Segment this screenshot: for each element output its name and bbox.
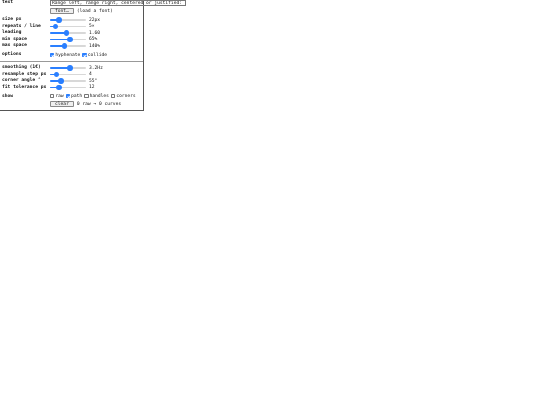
resample-step-px-slider[interactable]: [50, 71, 86, 78]
slider-thumb[interactable]: [53, 71, 60, 78]
text-label: text: [2, 0, 14, 5]
min-space-control: 65%: [50, 36, 98, 43]
slider-thumb[interactable]: [61, 43, 68, 49]
corner-angle-control: 55°: [50, 78, 97, 84]
leading-slider[interactable]: [50, 30, 86, 36]
raw-label: raw: [55, 93, 64, 99]
path-label: path: [71, 93, 83, 99]
corners-label: corners: [116, 93, 136, 99]
hyphenate-checkbox[interactable]: [50, 52, 55, 58]
divider: [0, 61, 143, 62]
collide-checkbox[interactable]: [82, 52, 87, 58]
smoothing-1-value: 3.2Hz: [89, 65, 103, 71]
collide-toggle[interactable]: collide: [82, 53, 107, 58]
corners-checkbox[interactable]: [110, 93, 116, 99]
path-toggle[interactable]: path: [65, 93, 83, 99]
slider-thumb[interactable]: [67, 36, 73, 43]
resample-step-px-control: 4: [50, 71, 92, 78]
max-space-control: 140%: [50, 43, 100, 49]
fit-tolerance-px-label: fit tolerance px: [2, 84, 47, 90]
min-space-label: min space: [2, 36, 27, 42]
show-row: raw path handles corners: [50, 93, 138, 99]
status-text: 0 raw → 0 curves: [76, 101, 122, 107]
handles-label: handles: [89, 93, 109, 99]
min-space-slider[interactable]: [50, 36, 86, 43]
slider-thumb[interactable]: [58, 78, 64, 84]
options-row: hyphenate collide: [50, 52, 109, 58]
repeats-line-value: 5×: [89, 24, 95, 29]
slider-thumb[interactable]: [56, 17, 62, 23]
font-button[interactable]: font…: [50, 8, 74, 14]
text-input[interactable]: Range left, range right, centered or jus…: [50, 0, 186, 6]
smoothing-1-label: smoothing (1€): [2, 65, 41, 70]
max-space-label: max space: [2, 43, 27, 48]
font-hint: (load a font): [76, 8, 113, 14]
show-label: show: [2, 94, 14, 99]
repeats-line-label: repeats / line: [2, 23, 41, 29]
smoothing-1-slider[interactable]: [50, 65, 86, 71]
resample-step-px-label: resample step px: [2, 71, 47, 77]
controls-panel: text Range left, range right, centered o…: [0, 0, 186, 111]
size-px-control: 22px: [50, 17, 100, 23]
slider-thumb[interactable]: [67, 65, 73, 71]
slider-thumb[interactable]: [56, 84, 62, 91]
path-checkbox[interactable]: [65, 93, 71, 99]
max-space-value: 140%: [89, 43, 101, 49]
resample-step-px-value: 4: [89, 72, 92, 77]
corner-angle-value: 55°: [89, 78, 98, 84]
hyphenate-toggle[interactable]: hyphenate: [50, 53, 80, 58]
fit-tolerance-px-slider[interactable]: [50, 84, 86, 91]
leading-control: 1.60: [50, 30, 100, 36]
raw-toggle[interactable]: raw: [50, 94, 64, 99]
handles-checkbox[interactable]: [84, 93, 89, 99]
size-px-slider[interactable]: [50, 17, 86, 23]
clear-button[interactable]: clear: [50, 101, 74, 107]
repeats-line-control: 5×: [50, 23, 95, 30]
options-label: options: [2, 52, 22, 57]
fit-tolerance-px-control: 12: [50, 84, 95, 91]
repeats-line-slider[interactable]: [50, 23, 86, 30]
size-px-value: 22px: [89, 17, 101, 23]
min-space-value: 65%: [89, 37, 98, 42]
max-space-slider[interactable]: [50, 43, 86, 49]
hyphenate-label: hyphenate: [55, 52, 81, 58]
corner-angle-slider[interactable]: [50, 78, 86, 84]
fit-tolerance-px-value: 12: [89, 85, 95, 90]
leading-value: 1.60: [89, 30, 101, 36]
slider-thumb[interactable]: [63, 30, 69, 36]
smoothing-1-control: 3.2Hz: [50, 65, 103, 71]
slider-thumb[interactable]: [52, 23, 59, 30]
raw-checkbox[interactable]: [50, 93, 55, 99]
collide-label: collide: [87, 52, 108, 58]
clear-row: clear 0 raw → 0 curves: [50, 101, 121, 107]
font-row: font… (load a font): [50, 8, 113, 14]
handles-toggle[interactable]: handles: [84, 94, 109, 99]
corner-angle-label: corner angle °: [2, 78, 41, 83]
size-px-label: size px: [2, 17, 22, 22]
corners-toggle[interactable]: corners: [110, 93, 136, 99]
leading-label: leading: [2, 30, 22, 35]
